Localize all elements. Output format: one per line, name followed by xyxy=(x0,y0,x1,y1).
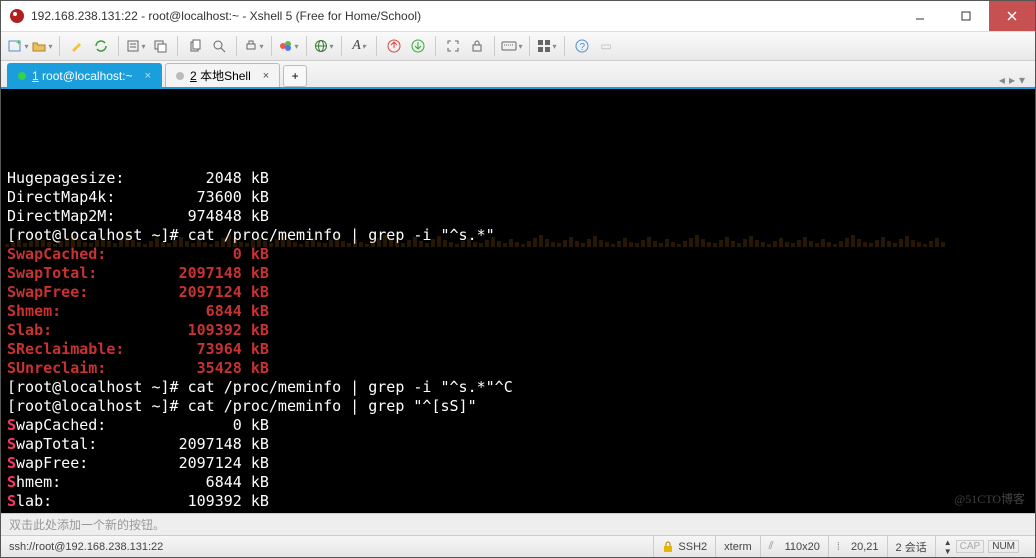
separator xyxy=(376,36,377,56)
tab-next-icon[interactable]: ▸ xyxy=(1009,73,1015,87)
tab-close-icon[interactable]: × xyxy=(263,70,269,82)
separator xyxy=(564,36,565,56)
status-connection: ssh://root@192.168.238.131:22 xyxy=(9,541,653,553)
tabstrip: 1 root@localhost:~ × 2 本地Shell × + ◂ ▸ ▾ xyxy=(1,61,1035,89)
new-session-icon[interactable]: +▾ xyxy=(7,35,29,57)
new-tab-button[interactable]: + xyxy=(283,65,307,87)
status-size: ⫽ 110x20 xyxy=(760,536,828,557)
properties-icon[interactable]: ▾ xyxy=(125,35,147,57)
svg-text:+: + xyxy=(16,38,21,47)
terminal-line: SReclaimable: 73964 kB xyxy=(7,511,1029,513)
statusbar: ssh://root@192.168.238.131:22 SSH2 xterm… xyxy=(1,535,1035,557)
menu-icon[interactable]: ▭ xyxy=(595,35,617,57)
tab-session-2[interactable]: 2 本地Shell × xyxy=(165,63,280,87)
search-icon[interactable] xyxy=(208,35,230,57)
keyboard-icon[interactable]: ▾ xyxy=(501,35,523,57)
status-term: xterm xyxy=(715,536,760,557)
separator xyxy=(435,36,436,56)
tab-close-icon[interactable]: × xyxy=(145,70,151,82)
terminal-line: SReclaimable: 73964 kB xyxy=(7,340,1029,359)
open-icon[interactable]: ▾ xyxy=(31,35,53,57)
terminal-line: [root@localhost ~]# cat /proc/meminfo | … xyxy=(7,378,1029,397)
upload-icon[interactable] xyxy=(383,35,405,57)
fullscreen-icon[interactable] xyxy=(442,35,464,57)
tab-index: 2 xyxy=(190,69,197,83)
font-icon[interactable]: A▾ xyxy=(348,35,370,57)
terminal-line: Slab: 109392 kB xyxy=(7,321,1029,340)
toolbar: +▾ ▾ ▾ ▾ ▾ ▾ A▾ ▾ ▾ ? ▭ xyxy=(1,31,1035,61)
window-buttons xyxy=(897,1,1035,31)
terminal-line: Shmem: 6844 kB xyxy=(7,473,1029,492)
separator xyxy=(306,36,307,56)
terminal[interactable]: @51CTO博客 Hugepagesize: 2048 kBDirectMap4… xyxy=(1,89,1035,513)
reconnect-icon[interactable] xyxy=(90,35,112,57)
globe-icon[interactable]: ▾ xyxy=(313,35,335,57)
status-sessions: 2 会话 xyxy=(887,536,935,557)
terminal-line: SwapFree: 2097124 kB xyxy=(7,454,1029,473)
colorscheme-icon[interactable]: ▾ xyxy=(278,35,300,57)
tab-label: root@localhost:~ xyxy=(42,69,133,83)
minimize-button[interactable] xyxy=(897,1,943,31)
status-ssh: SSH2 xyxy=(653,536,715,557)
terminal-line: Shmem: 6844 kB xyxy=(7,302,1029,321)
maximize-button[interactable] xyxy=(943,1,989,31)
separator xyxy=(236,36,237,56)
terminal-line: SwapCached: 0 kB xyxy=(7,245,1029,264)
tab-prev-icon[interactable]: ◂ xyxy=(999,73,1005,87)
lock-icon[interactable] xyxy=(466,35,488,57)
status-dot-idle-icon xyxy=(176,72,184,80)
xshell-window: 192.168.238.131:22 - root@localhost:~ - … xyxy=(0,0,1036,558)
separator xyxy=(494,36,495,56)
separator xyxy=(341,36,342,56)
terminal-line: Slab: 109392 kB xyxy=(7,492,1029,511)
print-icon[interactable]: ▾ xyxy=(243,35,265,57)
terminal-line: DirectMap4k: 73600 kB xyxy=(7,188,1029,207)
titlebar: 192.168.238.131:22 - root@localhost:~ - … xyxy=(1,1,1035,31)
status-dot-connected-icon xyxy=(18,72,26,80)
tab-list-icon[interactable]: ▾ xyxy=(1019,73,1025,87)
terminal-line: Hugepagesize: 2048 kB xyxy=(7,169,1029,188)
highlighter-icon[interactable] xyxy=(66,35,88,57)
lock-icon xyxy=(662,541,674,553)
terminal-line: SwapCached: 0 kB xyxy=(7,416,1029,435)
terminal-line: SwapTotal: 2097148 kB xyxy=(7,435,1029,454)
separator xyxy=(529,36,530,56)
terminal-line: [root@localhost ~]# cat /proc/meminfo | … xyxy=(7,226,1029,245)
tab-nav: ◂ ▸ ▾ xyxy=(999,73,1029,87)
window-title: 192.168.238.131:22 - root@localhost:~ - … xyxy=(31,9,897,23)
terminal-line: SwapFree: 2097124 kB xyxy=(7,283,1029,302)
download-icon[interactable] xyxy=(407,35,429,57)
separator xyxy=(59,36,60,56)
terminal-line: DirectMap2M: 974848 kB xyxy=(7,207,1029,226)
terminal-line: [root@localhost ~]# cat /proc/meminfo | … xyxy=(7,397,1029,416)
close-button[interactable] xyxy=(989,1,1035,31)
terminal-line: SUnreclaim: 35428 kB xyxy=(7,359,1029,378)
separator xyxy=(271,36,272,56)
layout-icon[interactable]: ▾ xyxy=(536,35,558,57)
tab-label: 本地Shell xyxy=(200,69,251,83)
tab-index: 1 xyxy=(32,69,39,83)
status-cursor: ⁞ 20,21 xyxy=(828,536,887,557)
quick-button-bar[interactable]: 双击此处添加一个新的按钮。 xyxy=(1,513,1035,535)
copy-icon[interactable] xyxy=(184,35,206,57)
terminal-line: SwapTotal: 2097148 kB xyxy=(7,264,1029,283)
svg-text:?: ? xyxy=(580,42,586,53)
help-icon[interactable]: ? xyxy=(571,35,593,57)
separator xyxy=(177,36,178,56)
separator xyxy=(118,36,119,56)
tab-session-1[interactable]: 1 root@localhost:~ × xyxy=(7,63,162,87)
app-icon xyxy=(9,8,25,24)
status-extra: ▲▼ CAP NUM xyxy=(935,536,1027,557)
cascade-icon[interactable] xyxy=(149,35,171,57)
